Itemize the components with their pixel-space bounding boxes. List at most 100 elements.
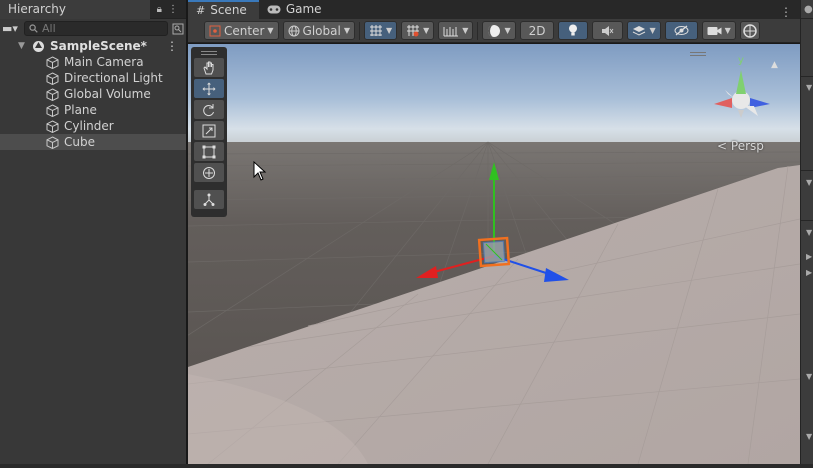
ruler-icon — [443, 26, 459, 36]
effects-dropdown[interactable]: ▼ — [627, 21, 661, 40]
tab-game[interactable]: Game — [259, 0, 334, 19]
gizmos-button[interactable] — [739, 21, 760, 40]
eye-slash-icon — [674, 25, 689, 36]
expand-arrow-icon[interactable]: ▶ — [806, 268, 812, 277]
rect-tool-button[interactable] — [194, 142, 224, 161]
layers-effects-icon — [633, 25, 646, 36]
increment-snap-button[interactable]: ▼ — [401, 21, 435, 40]
hierarchy-item[interactable]: Directional Light — [0, 70, 186, 86]
scene-menu-icon[interactable]: ⋮ — [780, 5, 800, 19]
rotate-tool-button[interactable] — [194, 100, 224, 119]
grid-icon: # — [196, 4, 206, 17]
create-dropdown-button[interactable]: ▬▾ — [2, 22, 20, 35]
kebab-menu-icon[interactable]: ⋮ — [168, 4, 178, 15]
scene-toolbar: Center ▼ Global ▼ ▼ ▼ ▼ ▼ 2D ▼ ▼ — [188, 19, 800, 43]
globe-icon — [288, 25, 300, 36]
collapse-arrow-icon[interactable]: ▼ — [806, 432, 812, 441]
gameobject-cube-icon — [46, 103, 59, 117]
editor-tool-icon — [203, 193, 215, 206]
hierarchy-tabbar: Hierarchy 🔒︎ ⋮ — [0, 0, 186, 19]
hierarchy-tab-label: Hierarchy — [8, 1, 67, 16]
move-tool-button[interactable] — [194, 79, 224, 98]
hierarchy-item[interactable]: Plane — [0, 102, 186, 118]
unity-scene-icon — [33, 40, 44, 52]
overlay-grip-icon[interactable] — [690, 52, 706, 58]
move-arrows-icon — [202, 82, 216, 95]
gameobject-cube-icon — [46, 55, 59, 69]
rotate-icon — [203, 103, 214, 116]
hierarchy-item[interactable]: Global Volume — [0, 86, 186, 102]
video-camera-icon — [707, 26, 722, 35]
drag-handle[interactable] — [194, 50, 224, 56]
lighting-toggle-button[interactable] — [558, 21, 589, 40]
search-options-icon[interactable] — [172, 23, 184, 35]
2d-mode-label: 2D — [528, 23, 546, 38]
hierarchy-item-label: Cube — [64, 135, 95, 149]
scene-tabbar: # Scene Game ⋮ — [188, 0, 800, 19]
hierarchy-tab[interactable]: Hierarchy — [0, 0, 150, 19]
draw-mode-dropdown[interactable]: ▼ — [482, 21, 516, 40]
ruler-snap-button[interactable]: ▼ — [438, 21, 474, 40]
hierarchy-search-input[interactable]: All — [24, 21, 168, 36]
projection-label: Persp — [730, 139, 764, 153]
hierarchy-search-row: ▬▾ All — [0, 19, 186, 38]
rect-transform-icon — [202, 145, 216, 158]
hand-tool-button[interactable] — [194, 58, 224, 77]
lock-icon[interactable]: 🔒︎ — [157, 4, 162, 15]
hierarchy-item-label: Main Camera — [64, 55, 144, 69]
tab-scene[interactable]: # Scene — [188, 0, 259, 19]
pivot-icon — [209, 25, 221, 36]
grid-snapping-button[interactable]: ▼ — [363, 21, 398, 40]
hierarchy-item[interactable]: Main Camera — [0, 54, 186, 70]
expand-arrow-icon[interactable]: ▶ — [806, 252, 812, 261]
scene-visibility-button[interactable] — [664, 21, 698, 40]
tab-scene-label: Scene — [210, 3, 247, 17]
grid-snap-icon — [369, 25, 382, 36]
hierarchy-panel: Hierarchy 🔒︎ ⋮ ▬▾ All ▼ SampleScene* ⋮ M… — [0, 0, 186, 468]
gamepad-icon — [267, 5, 281, 14]
tab-game-label: Game — [285, 2, 322, 16]
custom-tool-button[interactable] — [194, 190, 224, 209]
snap-increment-icon — [407, 25, 420, 37]
search-placeholder: All — [42, 22, 56, 35]
collapse-arrow-icon[interactable]: ▼ — [806, 228, 812, 237]
scene-viewport[interactable]: y — [188, 44, 800, 464]
hierarchy-item-label: Global Volume — [64, 87, 151, 101]
circle-icon: ● — [804, 4, 813, 15]
scale-tool-button[interactable] — [194, 121, 224, 140]
hierarchy-item-label: Directional Light — [64, 71, 163, 85]
chevron-down-icon: ▼ — [343, 26, 350, 35]
collapse-arrow-icon[interactable]: ▼ — [806, 178, 812, 187]
lock-icon[interactable]: ▲ — [771, 60, 778, 70]
mute-icon — [602, 25, 614, 36]
collapse-arrow-icon[interactable]: ▼ — [806, 372, 812, 381]
pivot-mode-dropdown[interactable]: Center ▼ — [204, 21, 279, 40]
2d-mode-button[interactable]: 2D — [519, 21, 555, 40]
chevron-down-icon: ▼ — [504, 26, 511, 35]
tools-overlay — [191, 47, 227, 217]
hierarchy-item-label: Plane — [64, 103, 97, 117]
pivot-mode-label: Center — [224, 23, 265, 38]
chevron-left-icon: < — [717, 139, 728, 153]
scene-name: SampleScene* — [50, 39, 147, 53]
scene-render: y — [188, 44, 800, 464]
space-mode-label: Global — [302, 23, 341, 38]
chevron-down-icon: ▼ — [267, 26, 274, 35]
transform-icon — [203, 166, 215, 179]
gizmo-sphere-icon — [743, 23, 757, 38]
camera-settings-dropdown[interactable]: ▼ — [701, 21, 736, 40]
collapse-arrow-icon[interactable]: ▼ — [806, 83, 812, 92]
gameobject-cube-icon — [46, 135, 59, 149]
hierarchy-item[interactable]: Cube — [0, 134, 186, 150]
scene-root-row[interactable]: ▼ SampleScene* ⋮ — [0, 38, 186, 54]
gizmo-axis-y: y — [738, 55, 744, 66]
scene-menu-icon[interactable]: ⋮ — [166, 39, 186, 53]
audio-toggle-button[interactable] — [592, 21, 624, 40]
hierarchy-item[interactable]: Cylinder — [0, 118, 186, 134]
space-mode-dropdown[interactable]: Global ▼ — [282, 21, 355, 40]
projection-toggle[interactable]: < Persp — [717, 139, 764, 153]
chevron-down-icon: ▼ — [462, 26, 469, 35]
sky — [188, 44, 800, 144]
transform-tool-button[interactable] — [194, 163, 224, 182]
expand-arrow-icon[interactable]: ▼ — [18, 41, 32, 51]
